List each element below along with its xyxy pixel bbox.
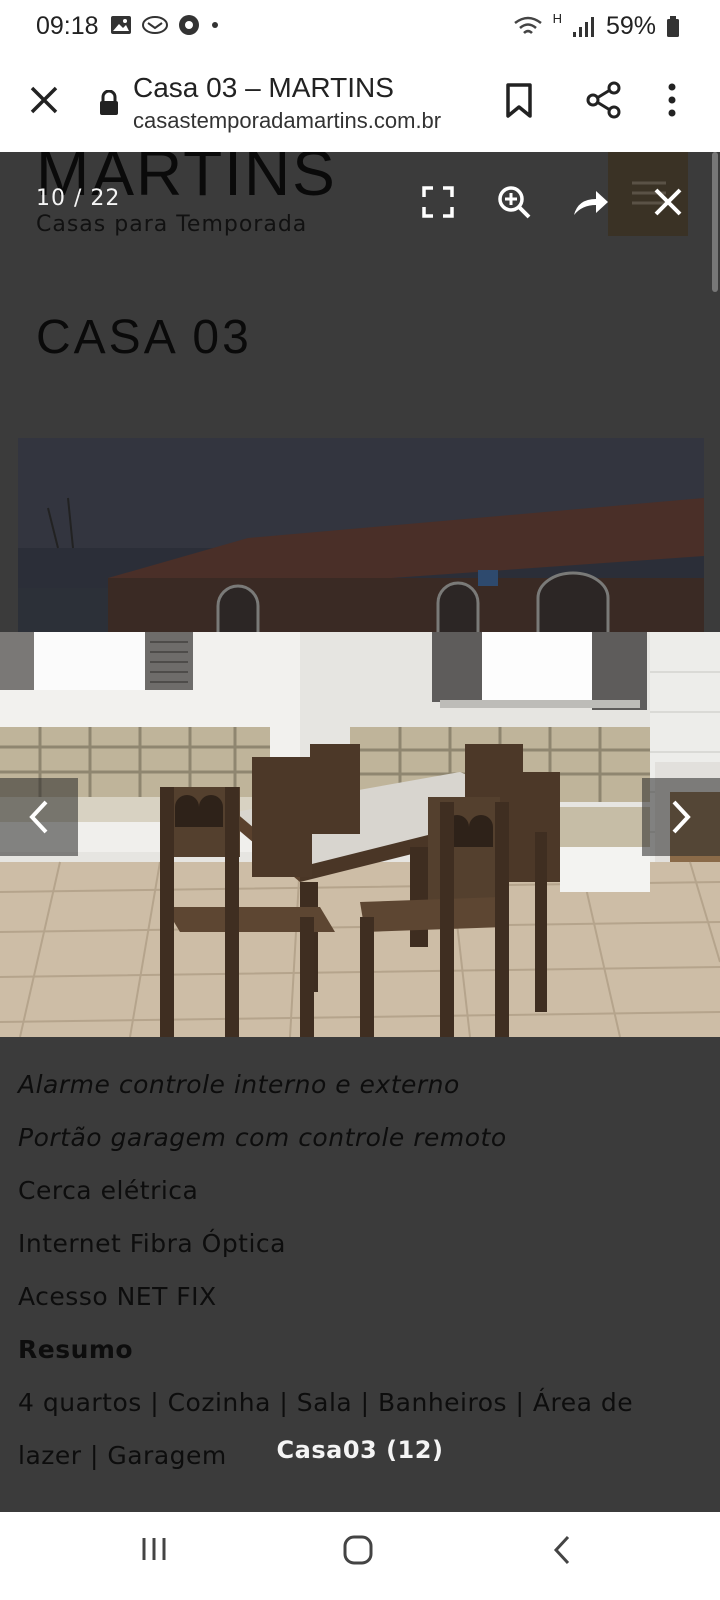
feature-item: Cerca elétrica <box>18 1176 199 1205</box>
email-icon <box>142 16 168 34</box>
zoom-button[interactable] <box>492 180 536 224</box>
zoom-in-icon <box>498 186 531 219</box>
chrome-icon <box>179 15 199 35</box>
close-icon <box>654 188 682 216</box>
chevron-right-icon <box>672 800 691 834</box>
summary-text-line: 4 quartos | Cozinha | Sala | Banheiros |… <box>18 1388 634 1417</box>
previous-image-button[interactable] <box>0 778 78 856</box>
page-scrollbar[interactable] <box>712 152 718 292</box>
features-list: Alarme controle interno e externo Portão… <box>18 1058 708 1482</box>
status-bar: 09:18 H 59% <box>0 0 720 56</box>
image-counter: 10 / 22 <box>36 186 121 211</box>
status-time: 09:18 <box>36 12 99 40</box>
battery-icon <box>667 15 679 37</box>
system-navigation-bar <box>0 1512 720 1600</box>
feature-item: Alarme controle interno e externo <box>18 1070 460 1099</box>
bookmark-icon[interactable] <box>504 82 534 120</box>
fullscreen-button[interactable] <box>416 180 460 224</box>
lock-icon[interactable] <box>98 90 120 116</box>
battery-level: 59% <box>605 12 656 40</box>
dot-icon <box>212 22 218 28</box>
more-options-icon[interactable] <box>666 80 678 120</box>
chevron-left-icon <box>29 800 48 834</box>
back-icon[interactable] <box>552 1534 572 1566</box>
lightbox-overlay: MARTINS Casas para Temporada 10 / 22 CAS… <box>0 152 720 1512</box>
summary-heading: Resumo <box>18 1335 134 1364</box>
url-text[interactable]: casastemporadamartins.com.br <box>133 108 441 134</box>
fullscreen-icon <box>422 186 454 218</box>
share-arrow-icon <box>574 191 608 215</box>
next-image-button[interactable] <box>642 778 720 856</box>
feature-item: Acesso NET FIX <box>18 1282 217 1311</box>
gallery-icon <box>111 16 131 34</box>
signal-icon <box>572 16 594 37</box>
wifi-icon <box>513 16 542 34</box>
gallery-image[interactable] <box>0 632 720 1037</box>
browser-toolbar: Casa 03 – MARTINS casastemporadamartins.… <box>0 56 720 153</box>
recent-apps-icon[interactable] <box>140 1534 168 1564</box>
house-exterior-image <box>18 438 704 634</box>
share-icon[interactable] <box>584 80 624 120</box>
home-icon[interactable] <box>342 1534 374 1566</box>
share-button[interactable] <box>569 180 613 224</box>
site-tagline: Casas para Temporada <box>36 212 308 237</box>
page-heading: CASA 03 <box>36 311 252 364</box>
page-title[interactable]: Casa 03 – MARTINS <box>133 72 394 104</box>
close-lightbox-button[interactable] <box>646 180 690 224</box>
feature-item: Portão garagem com controle remoto <box>18 1123 507 1152</box>
feature-item: Internet Fibra Óptica <box>18 1229 286 1258</box>
image-caption: Casa03 (12) <box>276 1436 444 1464</box>
close-tab-icon[interactable] <box>26 82 62 118</box>
network-type: H <box>552 11 562 26</box>
